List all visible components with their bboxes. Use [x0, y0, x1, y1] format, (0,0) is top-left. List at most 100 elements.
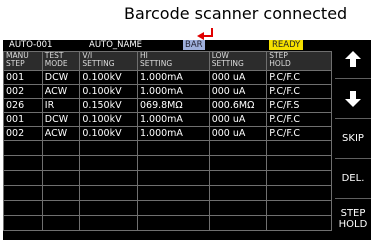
table-cell — [266, 215, 332, 231]
empty-table-row[interactable] — [3, 170, 332, 186]
table-cell — [3, 215, 43, 231]
table-cell — [79, 155, 138, 171]
table-cell — [136, 170, 210, 186]
table-row[interactable]: 026 IR 0.150kV 069.8MΩ 000.6MΩ P.C/F.S — [3, 98, 332, 113]
table-cell — [208, 170, 268, 186]
table-cell — [208, 200, 268, 216]
scroll-up-button[interactable] — [335, 40, 371, 79]
table-cell — [266, 170, 332, 186]
table-cell — [136, 215, 210, 231]
table-cell — [136, 200, 210, 216]
table-row[interactable]: 002 ACW 0.100kV 1.000mA 000 uA P.C/F.C — [3, 84, 332, 99]
instrument-screen: AUTO-001 AUTO_NAME BAR READY MANU STEP TE… — [3, 40, 371, 240]
table-cell — [79, 170, 138, 186]
ready-badge: READY — [269, 40, 304, 50]
table-row[interactable]: 001 DCW 0.100kV 1.000mA 000 uA P.C/F.C — [3, 70, 332, 85]
table-cell — [208, 185, 268, 201]
empty-table-row[interactable] — [3, 200, 332, 216]
table-cell: DCW — [41, 112, 81, 127]
table-cell — [79, 140, 138, 156]
table-cell: 0.100kV — [79, 70, 138, 85]
table-cell — [3, 170, 43, 186]
table-cell — [266, 185, 332, 201]
table-cell: 0.100kV — [79, 126, 138, 141]
table-cell: 0.100kV — [79, 84, 138, 99]
table-cell: 000 uA — [208, 126, 268, 141]
col-header-test-mode: TEST MODE — [41, 51, 81, 71]
skip-button[interactable]: SKIP — [335, 119, 371, 159]
table-cell: P.C/F.C — [266, 84, 332, 99]
arrow-up-icon — [345, 51, 361, 67]
empty-table-row[interactable] — [3, 215, 332, 231]
table-cell — [3, 155, 43, 171]
test-number: AUTO-001 — [9, 40, 53, 50]
table-cell — [266, 140, 332, 156]
col-header-vi-setting: V/I SETTING — [79, 51, 138, 71]
scroll-down-button[interactable] — [335, 79, 371, 119]
table-cell: 0.100kV — [79, 112, 138, 127]
table-cell — [79, 215, 138, 231]
table-cell: 002 — [3, 126, 43, 141]
empty-table-row[interactable] — [3, 140, 332, 156]
table-cell — [41, 170, 81, 186]
table-cell: 000 uA — [208, 112, 268, 127]
table-cell — [3, 185, 43, 201]
table-cell — [136, 140, 210, 156]
table-cell: 000 uA — [208, 84, 268, 99]
table-cell: P.C/F.C — [266, 126, 332, 141]
table-cell — [79, 185, 138, 201]
table-cell — [41, 185, 81, 201]
table-cell — [266, 155, 332, 171]
table-cell: 026 — [3, 98, 43, 113]
table-cell — [3, 140, 43, 156]
table-cell: P.C/F.C — [266, 70, 332, 85]
col-header-step-hold: STEP HOLD — [266, 51, 332, 71]
table-cell: 069.8MΩ — [136, 98, 210, 113]
table-cell — [79, 200, 138, 216]
bar-badge: BAR — [183, 40, 205, 50]
table-row[interactable]: 002 ACW 0.100kV 1.000mA 000 uA P.C/F.C — [3, 126, 332, 141]
table-cell — [136, 185, 210, 201]
table-cell: 1.000mA — [136, 112, 210, 127]
table-cell — [41, 140, 81, 156]
table-cell — [41, 200, 81, 216]
empty-table-row[interactable] — [3, 155, 332, 171]
table-cell: ACW — [41, 126, 81, 141]
table-cell — [208, 215, 268, 231]
table-cell: P.C/F.C — [266, 112, 332, 127]
table-cell: 000 uA — [208, 70, 268, 85]
table-header-row: MANU STEP TEST MODE V/I SETTING HI SETTING L… — [3, 51, 332, 71]
table-cell: 000.6MΩ — [208, 98, 268, 113]
table-cell: 0.150kV — [79, 98, 138, 113]
table-cell — [266, 200, 332, 216]
col-header-manu-step: MANU STEP — [3, 51, 43, 71]
annotation-label: Barcode scanner connected — [124, 4, 348, 23]
table-cell: IR — [41, 98, 81, 113]
table-cell: ACW — [41, 84, 81, 99]
table-cell: DCW — [41, 70, 81, 85]
table-cell: 1.000mA — [136, 84, 210, 99]
test-name: AUTO_NAME — [89, 40, 143, 50]
delete-button[interactable]: DEL. — [335, 159, 371, 199]
table-cell — [136, 155, 210, 171]
table-cell: P.C/F.S — [266, 98, 332, 113]
col-header-low-setting: LOW SETTING — [208, 51, 268, 71]
table-cell: 1.000mA — [136, 126, 210, 141]
step-hold-button[interactable]: STEP HOLD — [335, 199, 371, 239]
table-row[interactable]: 001 DCW 0.100kV 1.000mA 000 uA P.C/F.C — [3, 112, 332, 127]
table-cell: 001 — [3, 112, 43, 127]
table-cell: 001 — [3, 70, 43, 85]
side-button-panel: SKIP DEL. STEP HOLD — [335, 40, 371, 240]
table-cell: 002 — [3, 84, 43, 99]
table-cell: 1.000mA — [136, 70, 210, 85]
col-header-hi-setting: HI SETTING — [136, 51, 210, 71]
table-cell — [41, 155, 81, 171]
arrow-down-icon — [345, 90, 361, 107]
table-cell — [3, 200, 43, 216]
empty-table-row[interactable] — [3, 185, 332, 201]
step-table: MANU STEP TEST MODE V/I SETTING HI SETTING L… — [3, 51, 332, 231]
table-cell — [208, 140, 268, 156]
step-list-panel: AUTO-001 AUTO_NAME BAR READY MANU STEP TE… — [3, 40, 332, 240]
table-cell — [41, 215, 81, 231]
table-cell — [208, 155, 268, 171]
